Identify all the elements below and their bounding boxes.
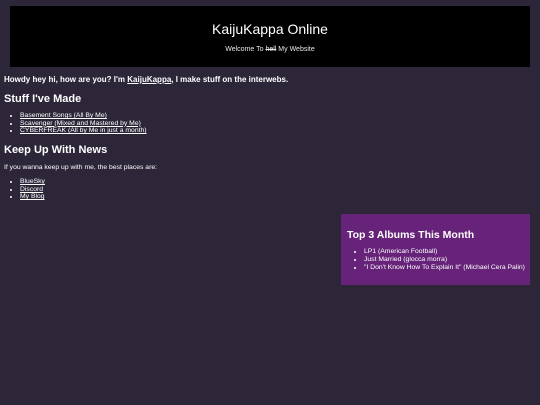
subtitle-struck-word: hell <box>265 46 277 53</box>
stuff-list: Basement Songs (All By Me) Scavenger (Mi… <box>4 112 147 135</box>
album-item: "I Don't Know How To Explain It" (Michae… <box>364 264 525 272</box>
list-item: Scavenger (Mixed and Mastered by Me) <box>20 120 147 128</box>
news-link-my-blog[interactable]: My Blog <box>20 193 45 200</box>
news-link-discord[interactable]: Discord <box>20 186 43 193</box>
site-subtitle: Welcome To hell My Website <box>10 37 530 53</box>
intro-name-link[interactable]: KaijuKappa <box>127 75 171 84</box>
albums-list: LP1 (American Football) Just Married (gl… <box>341 248 525 272</box>
intro-before: Howdy hey hi, how are you? I'm <box>4 75 128 84</box>
stuff-link-cyberfreak[interactable]: CYBERFREAK (All by Me in just a month) <box>20 127 147 134</box>
list-item: My Blog <box>20 193 45 201</box>
subtitle-before: Welcome To <box>225 46 266 53</box>
news-link-bluesky[interactable]: BlueSky <box>20 178 45 185</box>
intro-text: Howdy hey hi, how are you? I'm KaijuKapp… <box>4 74 288 86</box>
news-heading: Keep Up With News <box>4 144 108 156</box>
top-albums-panel: Top 3 Albums This Month LP1 (American Fo… <box>341 214 530 285</box>
subtitle-after: My Website <box>276 46 315 53</box>
site-title: KaijuKappa Online <box>212 21 328 37</box>
news-text: If you wanna keep up with me, the best p… <box>4 164 158 171</box>
news-links: BlueSky Discord My Blog <box>4 178 45 201</box>
site-header: KaijuKappa Online Welcome To hell My Web… <box>10 6 530 67</box>
list-item: BlueSky <box>20 178 45 186</box>
stuff-link-basement-songs[interactable]: Basement Songs (All By Me) <box>20 112 107 119</box>
list-item: CYBERFREAK (All by Me in just a month) <box>20 127 147 135</box>
list-item: Basement Songs (All By Me) <box>20 112 147 120</box>
albums-heading: Top 3 Albums This Month <box>347 229 475 241</box>
stuff-heading: Stuff I've Made <box>4 93 82 105</box>
stuff-link-scavenger[interactable]: Scavenger (Mixed and Mastered by Me) <box>20 120 141 127</box>
album-item: LP1 (American Football) <box>364 248 525 256</box>
intro-after: , I make stuff on the interwebs. <box>171 75 289 84</box>
album-item: Just Married (glocca morra) <box>364 256 525 264</box>
list-item: Discord <box>20 186 45 194</box>
